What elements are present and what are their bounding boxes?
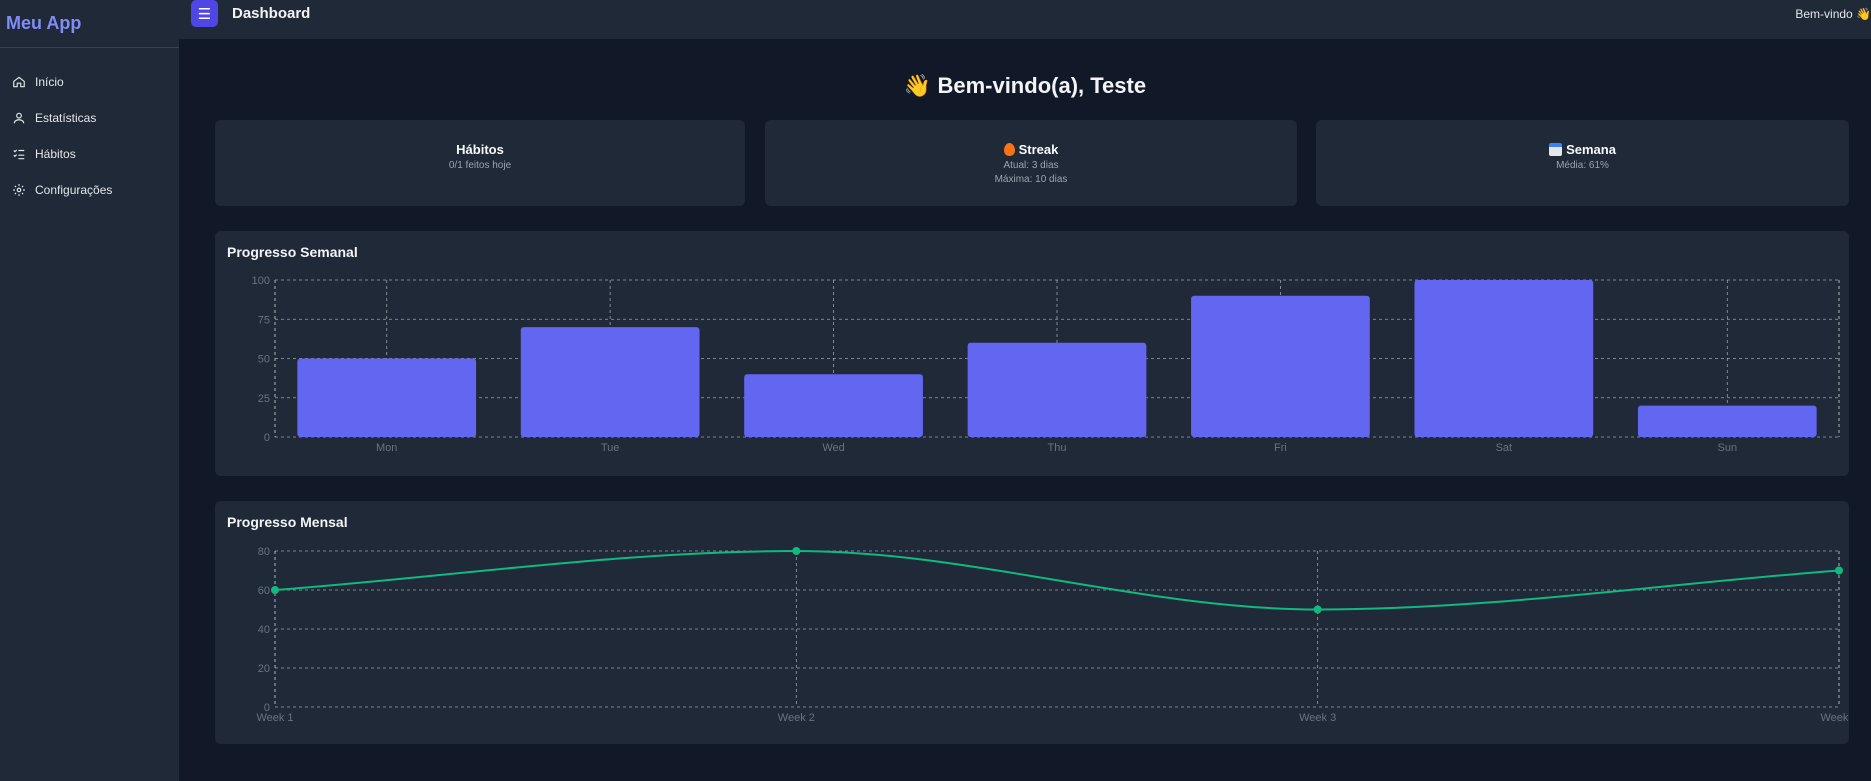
x-tick-label: Sun <box>1717 442 1737 454</box>
x-tick-label: Mon <box>376 442 397 454</box>
y-tick-label: 20 <box>258 663 270 675</box>
bar-tue <box>520 327 700 437</box>
x-tick-label: Wed <box>822 442 844 454</box>
fire-icon <box>1003 143 1015 156</box>
monthly-progress-panel: Progresso Mensal 0 20 40 60 80 Week 1 Week 2 We… <box>215 501 1849 744</box>
sidebar-nav: Início Estatísticas Hábitos Configuraçõe… <box>0 48 179 208</box>
main-content: 👋 Bem-vindo(a), Teste Hábitos 0/1 feitos… <box>179 39 1871 781</box>
bar-thu <box>967 342 1147 437</box>
card-title-text: Semana <box>1566 142 1616 157</box>
y-tick-label: 100 <box>252 275 270 287</box>
habits-card: Hábitos 0/1 feitos hoje <box>215 120 745 206</box>
bar-sun <box>1637 405 1817 437</box>
x-tick-label: Fri <box>1274 442 1287 454</box>
user-icon <box>13 112 25 124</box>
calendar-icon <box>1549 143 1563 156</box>
sidebar-item-label: Hábitos <box>35 147 76 161</box>
x-tick-label: Week 1 <box>256 712 293 724</box>
sidebar: Meu App Início Estatísticas Hábitos Conf… <box>0 0 179 781</box>
bar-fri <box>1191 295 1370 437</box>
y-tick-label: 25 <box>258 393 270 405</box>
sidebar-item-label: Estatísticas <box>35 111 97 125</box>
bar-sat <box>1414 280 1594 437</box>
x-tick-label: Sat <box>1496 442 1513 454</box>
data-point <box>1835 566 1843 575</box>
monthly-line-chart: 020406080Week 1Week 2Week 3Week 4 <box>256 546 1849 724</box>
sidebar-item-configuracoes[interactable]: Configurações <box>0 172 179 208</box>
card-title-text: Streak <box>1018 142 1059 157</box>
welcome-heading: 👋 Bem-vindo(a), Teste <box>179 73 1871 99</box>
wave-emoji: 👋 <box>903 73 932 98</box>
x-tick-label: Week 2 <box>778 712 815 724</box>
y-tick-label: 50 <box>258 354 270 366</box>
menu-toggle-button[interactable]: ☰ <box>191 0 218 27</box>
streak-card: Streak Atual: 3 dias Máxima: 10 dias <box>765 120 1297 206</box>
brand-logo[interactable]: Meu App <box>0 0 179 48</box>
card-text: Média: 61% <box>1556 160 1609 171</box>
gear-icon <box>13 184 25 196</box>
x-tick-label: Tue <box>601 442 620 454</box>
y-tick-label: 60 <box>258 585 270 597</box>
week-card: Semana Média: 61% <box>1316 120 1849 206</box>
data-point <box>271 586 279 594</box>
y-tick-label: 40 <box>258 624 270 636</box>
page-title: Dashboard <box>232 5 311 22</box>
home-icon <box>13 76 25 88</box>
bar-mon <box>297 358 477 437</box>
sidebar-item-inicio[interactable]: Início <box>0 64 179 100</box>
hamburger-icon: ☰ <box>197 5 212 23</box>
card-text: Atual: 3 dias <box>1003 160 1059 171</box>
brand-name[interactable]: Meu App <box>6 13 81 34</box>
x-tick-label: Week 4 <box>1820 712 1849 724</box>
welcome-text: Bem-vindo 👋 <box>1795 7 1871 21</box>
list-check-icon <box>13 149 25 160</box>
topbar: ☰ Dashboard Bem-vindo 👋 <box>179 0 1871 39</box>
welcome-heading-text: Bem-vindo(a), Teste <box>937 73 1147 98</box>
data-point <box>1313 605 1322 614</box>
weekly-progress-panel: Progresso Semanal 0 25 50 75 100 Mon Tue Wed Thu… <box>215 231 1849 476</box>
y-tick-label: 80 <box>258 546 270 558</box>
data-point <box>792 547 801 555</box>
weekly-bar-chart: 0 25 50 75 100 Mon Tue Wed Thu Fri Sat Sun <box>252 275 1840 454</box>
sidebar-item-label: Início <box>35 75 64 89</box>
sidebar-item-habitos[interactable]: Hábitos <box>0 136 179 172</box>
card-title: Streak <box>765 142 1297 157</box>
x-tick-label: Week 3 <box>1299 712 1336 724</box>
card-title: Hábitos <box>456 142 504 157</box>
x-tick-label: Thu <box>1048 442 1067 454</box>
card-text: Máxima: 10 dias <box>994 174 1068 185</box>
card-title: Semana <box>1316 142 1849 157</box>
sidebar-item-estatisticas[interactable]: Estatísticas <box>0 100 179 136</box>
card-text: 0/1 feitos hoje <box>448 160 512 171</box>
sidebar-item-label: Configurações <box>35 183 113 197</box>
bar-wed <box>744 374 923 437</box>
y-tick-label: 75 <box>258 314 270 326</box>
y-tick-label: 0 <box>264 432 270 444</box>
series-line <box>274 549 1840 611</box>
